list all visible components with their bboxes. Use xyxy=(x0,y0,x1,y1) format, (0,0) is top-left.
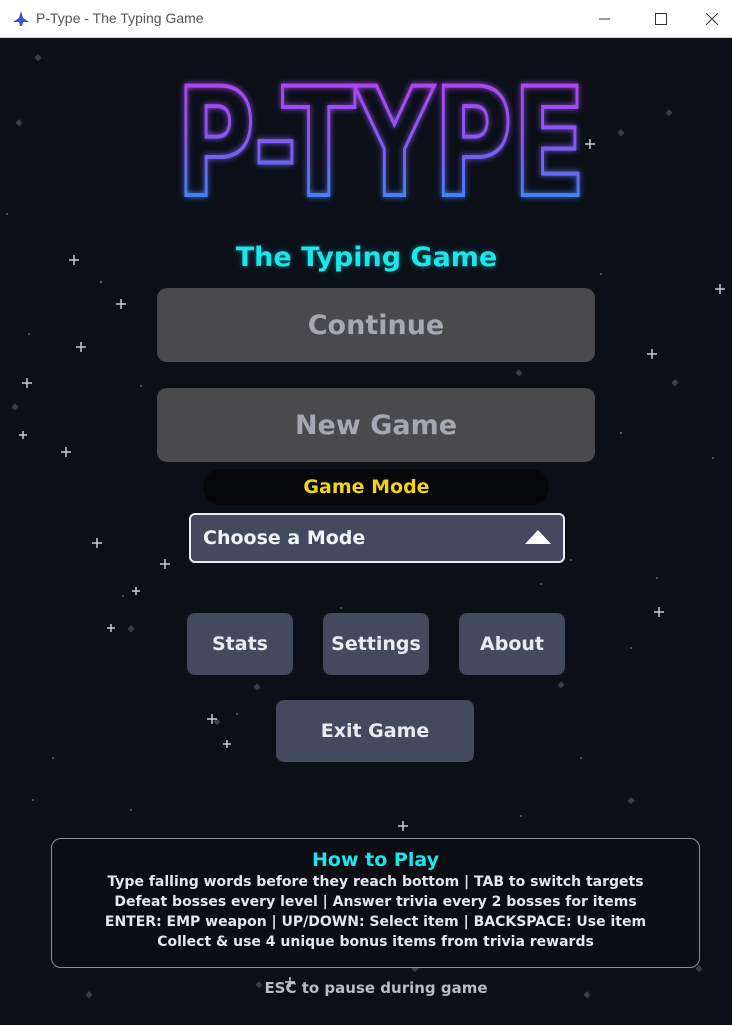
how-to-play-line: Type falling words before they reach bot… xyxy=(107,874,644,890)
window-title: P-Type - The Typing Game xyxy=(36,10,204,26)
game-mode-label: Game Mode xyxy=(303,476,430,498)
minimize-icon xyxy=(599,13,611,25)
spaceship-icon xyxy=(12,10,30,28)
new-game-button[interactable]: New Game xyxy=(157,388,595,462)
game-logo: P-TYPE xyxy=(174,58,588,228)
window-titlebar: P-Type - The Typing Game xyxy=(0,0,732,38)
logo-text: P-TYPE xyxy=(176,58,586,228)
settings-button[interactable]: Settings xyxy=(323,613,429,675)
caret-up-icon xyxy=(525,530,551,544)
how-to-play-title: How to Play xyxy=(312,849,439,871)
maximize-button[interactable] xyxy=(632,0,690,37)
minimize-button[interactable] xyxy=(576,0,634,37)
exit-game-button[interactable]: Exit Game xyxy=(276,700,474,762)
close-button[interactable] xyxy=(692,0,732,37)
about-button[interactable]: About xyxy=(459,613,565,675)
continue-button[interactable]: Continue xyxy=(157,288,595,362)
how-to-play-line: Collect & use 4 unique bonus items from … xyxy=(157,934,594,950)
subtitle: The Typing Game xyxy=(235,242,498,273)
stats-button[interactable]: Stats xyxy=(187,613,293,675)
how-to-play-panel: How to Play Type falling words before th… xyxy=(51,838,700,968)
game-canvas: P-TYPE The Typing Game Continue New Game… xyxy=(1,38,732,1025)
how-to-play-line: Defeat bosses every level | Answer trivi… xyxy=(114,894,637,910)
how-to-play-line: ENTER: EMP weapon | UP/DOWN: Select item… xyxy=(104,914,647,930)
close-icon xyxy=(706,12,718,25)
maximize-icon xyxy=(655,12,667,25)
game-mode-selected-value: Choose a Mode xyxy=(203,527,366,549)
pause-hint: ESC to pause during game xyxy=(264,979,488,997)
game-mode-select[interactable]: Choose a Mode xyxy=(189,513,565,563)
